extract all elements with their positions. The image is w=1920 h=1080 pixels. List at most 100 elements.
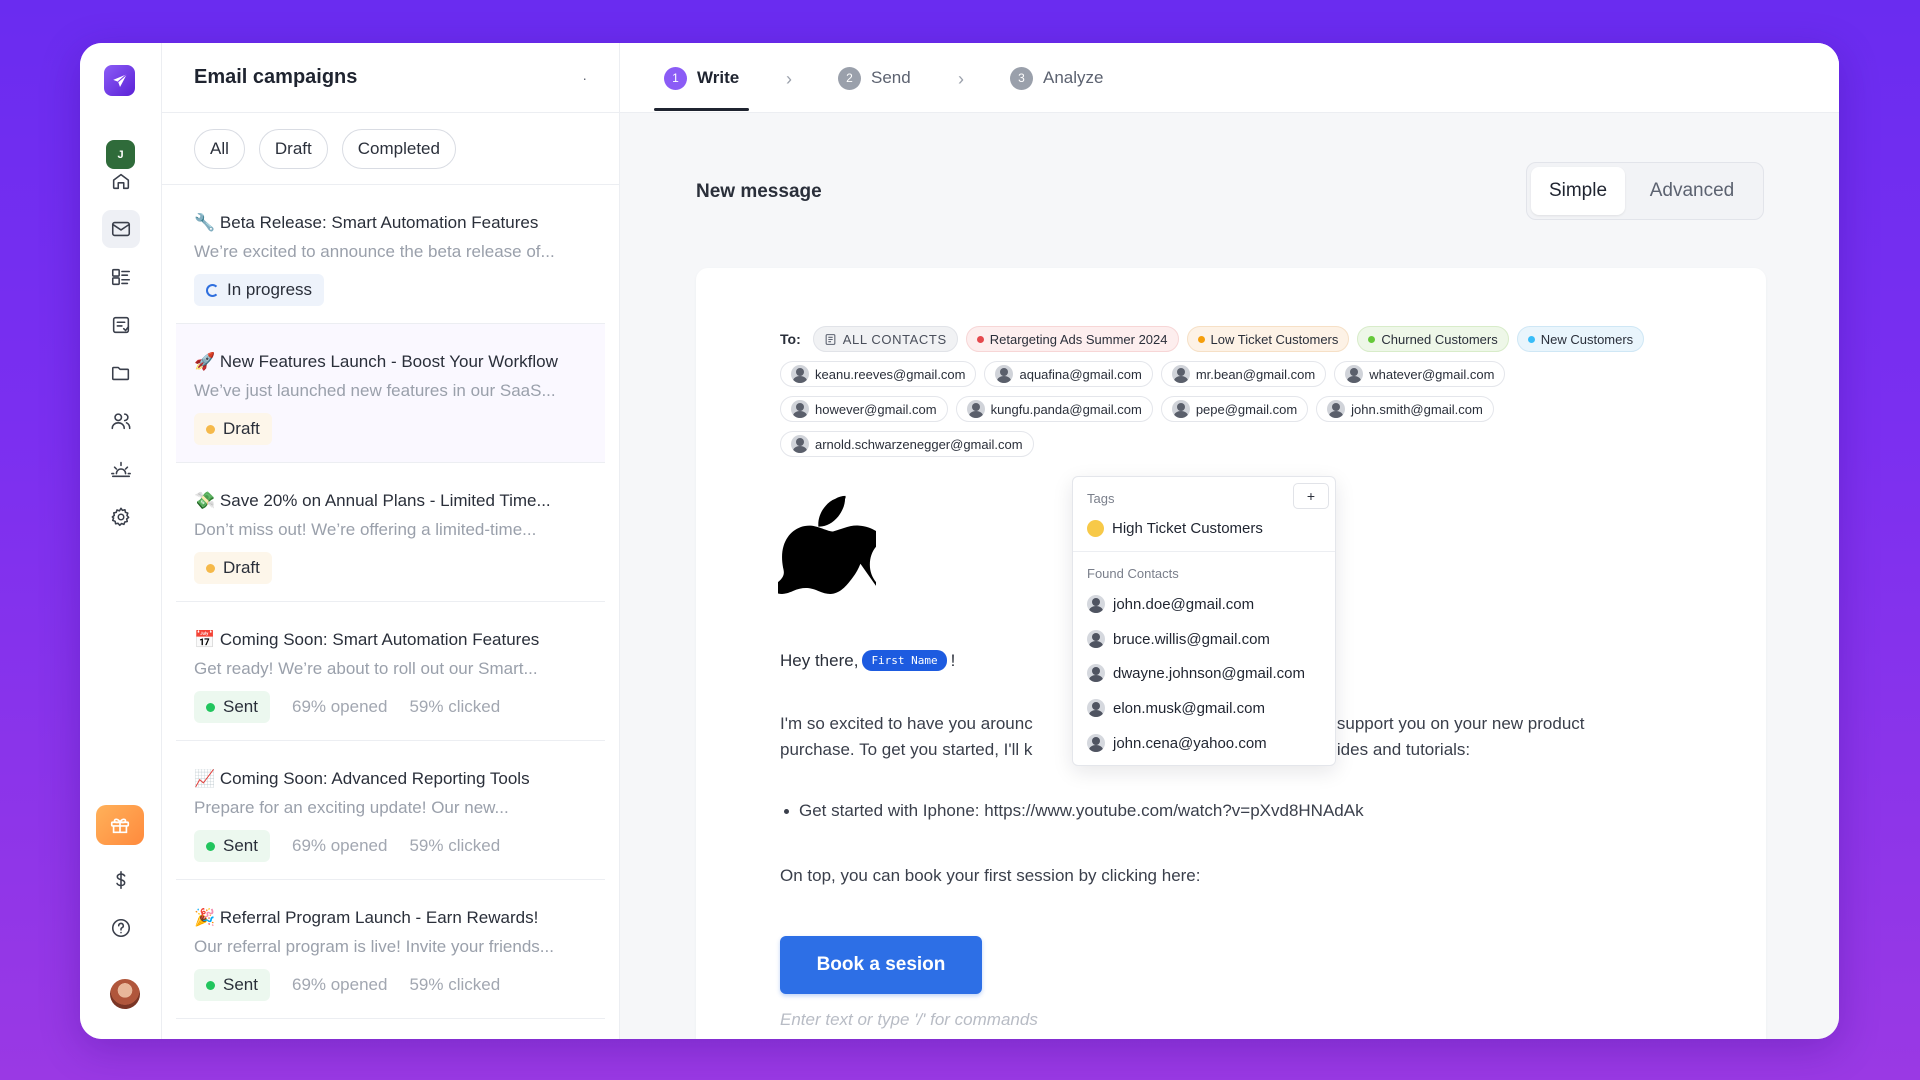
contact-avatar xyxy=(995,365,1014,383)
status-badge: Draft xyxy=(194,413,272,445)
paragraph-text: purchase. To get you started, I'll k xyxy=(780,740,1033,759)
step-send[interactable]: 2 Send xyxy=(838,43,911,113)
status-dot-icon xyxy=(206,980,215,990)
campaign-item[interactable]: 🚀 New Features Launch - Boost Your Workf… xyxy=(176,324,605,463)
status-dot-icon xyxy=(206,424,215,434)
contacts-icon[interactable] xyxy=(102,258,140,296)
sunrise-icon[interactable] xyxy=(102,450,140,488)
contact-avatar xyxy=(1345,365,1364,383)
filter-completed[interactable]: Completed xyxy=(341,128,456,169)
recipient-chip[interactable]: however@gmail.com xyxy=(780,396,948,422)
chevron-right-icon: › xyxy=(786,69,792,89)
tag-dot-icon xyxy=(1368,335,1376,343)
contact-avatar xyxy=(1087,630,1105,648)
step-write[interactable]: 1 Write xyxy=(653,43,750,113)
recipient-chip[interactable]: mr.bean@gmail.com xyxy=(1160,361,1327,387)
user-avatar[interactable] xyxy=(110,979,140,1009)
campaign-title: 🔧 Beta Release: Smart Automation Feature… xyxy=(194,213,587,233)
gift-icon[interactable] xyxy=(96,805,144,845)
filter-draft[interactable]: Draft xyxy=(258,128,328,169)
book-session-button[interactable]: Book a sesion xyxy=(780,936,982,994)
campaign-filters: All Draft Completed xyxy=(162,113,619,185)
filter-all[interactable]: All xyxy=(194,128,245,169)
folder-icon[interactable] xyxy=(102,354,140,392)
tag-dot-icon xyxy=(976,335,984,343)
suggestion-contact[interactable]: elon.musk@gmail.com xyxy=(1087,699,1265,717)
suggestion-label: High Ticket Customers xyxy=(1112,520,1263,537)
step-label: Send xyxy=(871,68,911,87)
campaign-title: 🎉 Referral Program Launch - Earn Rewards… xyxy=(194,908,587,928)
mail-icon[interactable] xyxy=(102,210,140,248)
recipient-chip[interactable]: keanu.reeves@gmail.com xyxy=(780,361,977,387)
recipient-chip[interactable]: kungfu.panda@gmail.com xyxy=(955,396,1153,422)
app-logo-icon[interactable] xyxy=(104,65,135,96)
all-contacts-chip[interactable]: ALL CONTACTS xyxy=(812,326,958,352)
help-icon[interactable] xyxy=(102,909,140,947)
contact-avatar xyxy=(1087,734,1105,752)
tag-chip[interactable]: Low Ticket Customers xyxy=(1186,326,1350,352)
chip-label: arnold.schwarzenegger@gmail.com xyxy=(815,436,1023,452)
mode-advanced-button[interactable]: Advanced xyxy=(1625,167,1759,215)
mode-simple-button[interactable]: Simple xyxy=(1531,167,1625,215)
status-badge: Draft xyxy=(194,552,272,584)
suggestion-contact[interactable]: dwayne.johnson@gmail.com xyxy=(1087,664,1305,682)
templates-icon[interactable] xyxy=(102,306,140,344)
greeting-text: Hey there, xyxy=(780,650,859,670)
contact-avatar xyxy=(1087,595,1105,613)
main-area: 1 Write › 2 Send › 3 Analyze New message… xyxy=(620,43,1839,1039)
contacts-section-label: Found Contacts xyxy=(1087,566,1179,581)
campaign-item[interactable]: 💸 Save 20% on Annual Plans - Limited Tim… xyxy=(176,463,605,602)
recipient-chip[interactable]: arnold.schwarzenegger@gmail.com xyxy=(780,431,1034,457)
suggestion-contact[interactable]: bruce.willis@gmail.com xyxy=(1087,630,1270,648)
recipient-chip[interactable]: john.smith@gmail.com xyxy=(1316,396,1494,422)
home-icon[interactable] xyxy=(102,162,140,200)
opened-stat: 69% opened xyxy=(291,697,388,716)
suggestion-contact[interactable]: john.cena@yahoo.com xyxy=(1087,734,1267,752)
chevron-right-icon: › xyxy=(958,69,964,89)
campaign-item[interactable]: 📈 Coming Soon: Advanced Reporting Tools … xyxy=(176,741,605,880)
status-text: In progress xyxy=(227,280,313,299)
campaigns-panel: Email campaigns · All Draft Completed 🔧 … xyxy=(162,43,620,1039)
contact-avatar xyxy=(1171,365,1190,383)
page-title: New message xyxy=(696,181,822,202)
chip-label: however@gmail.com xyxy=(815,401,937,417)
chip-label: kungfu.panda@gmail.com xyxy=(990,401,1142,417)
recipient-chip[interactable]: whatever@gmail.com xyxy=(1334,361,1506,387)
chip-label: mr.bean@gmail.com xyxy=(1195,366,1316,382)
users-icon[interactable] xyxy=(102,402,140,440)
step-analyze[interactable]: 3 Analyze xyxy=(1010,43,1103,113)
recipient-chip[interactable]: aquafina@gmail.com xyxy=(984,361,1153,387)
campaign-preview: We’re excited to announce the beta relea… xyxy=(194,242,555,261)
suggestion-tag[interactable]: High Ticket Customers xyxy=(1087,520,1263,537)
message-editor[interactable]: To: ALL CONTACTS Retargeting Ads Summer … xyxy=(696,268,1766,1039)
suggestion-contact[interactable]: john.doe@gmail.com xyxy=(1087,595,1254,613)
app-window: J Email campaigns · All Draft Completed … xyxy=(80,43,1839,1039)
status-dot-icon xyxy=(206,702,215,712)
dollar-icon[interactable] xyxy=(102,861,140,899)
campaign-item[interactable]: 🔧 Beta Release: Smart Automation Feature… xyxy=(176,185,605,324)
icon-sidebar: J xyxy=(80,43,162,1039)
gear-icon[interactable] xyxy=(102,498,140,536)
campaign-item[interactable]: 🎉 Referral Program Launch - Earn Rewards… xyxy=(176,880,605,1019)
chip-label: aquafina@gmail.com xyxy=(1019,366,1142,382)
campaign-title: 💸 Save 20% on Annual Plans - Limited Tim… xyxy=(194,491,587,511)
campaign-emoji: 📈 xyxy=(194,769,216,788)
contact-avatar xyxy=(791,365,809,383)
status-text: Draft xyxy=(223,558,260,577)
first-name-variable[interactable]: First Name xyxy=(862,650,947,671)
chip-label: john.smith@gmail.com xyxy=(1351,401,1483,417)
campaign-meta: In progress xyxy=(194,274,587,306)
tag-chip[interactable]: New Customers xyxy=(1516,326,1645,352)
tag-chip[interactable]: Churned Customers xyxy=(1357,326,1509,352)
campaign-item[interactable]: 📅 Coming Soon: Smart Automation Features… xyxy=(176,602,605,741)
status-dot-icon xyxy=(206,841,215,851)
chip-label: Churned Customers xyxy=(1381,331,1498,347)
add-tag-button[interactable]: + xyxy=(1293,483,1329,509)
chip-label: New Customers xyxy=(1540,331,1634,347)
step-number: 1 xyxy=(664,66,687,90)
campaign-title-text: Beta Release: Smart Automation Features xyxy=(219,213,539,232)
tag-chip[interactable]: Retargeting Ads Summer 2024 xyxy=(965,326,1179,352)
recipient-chip[interactable]: pepe@gmail.com xyxy=(1160,396,1309,422)
campaigns-menu-button[interactable]: · xyxy=(582,70,587,86)
editor-placeholder[interactable]: Enter text or type '/' for commands xyxy=(780,1010,1038,1030)
